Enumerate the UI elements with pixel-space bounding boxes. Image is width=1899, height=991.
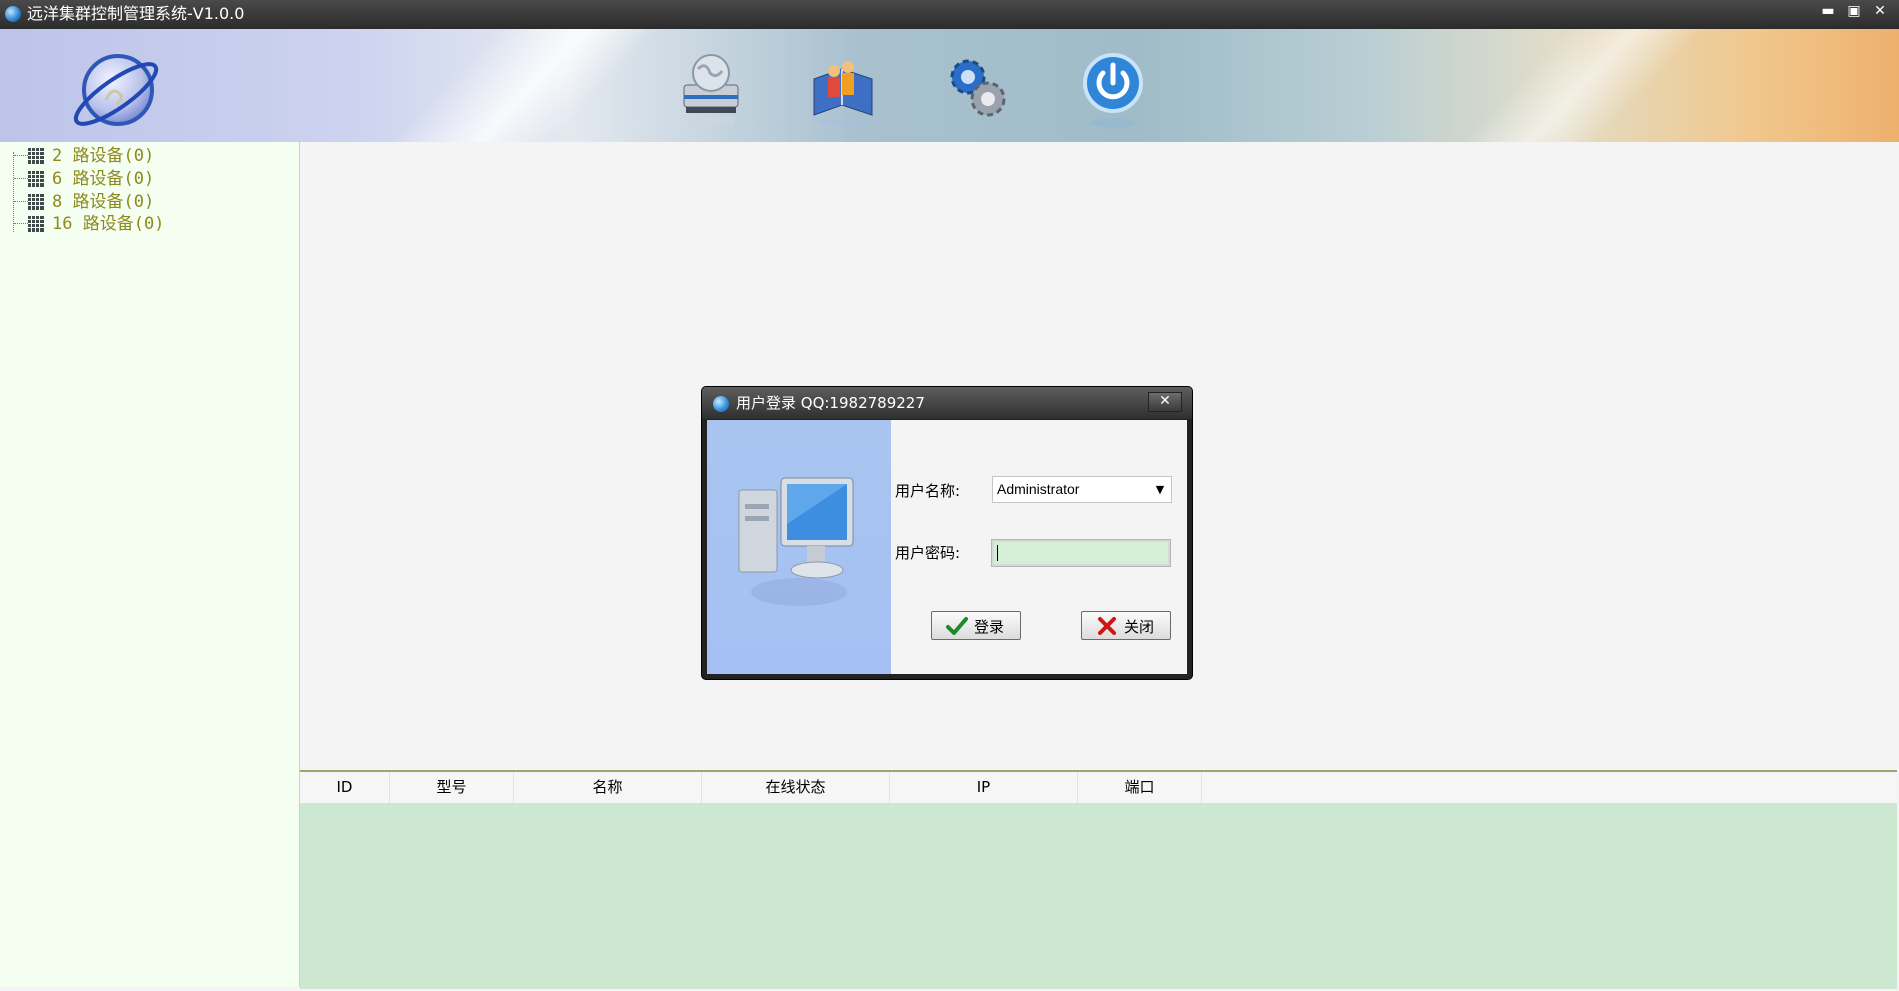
tree-item-label: 8 路设备(0) [52, 192, 155, 212]
app-globe-icon [713, 396, 729, 412]
column-header-online-status[interactable]: 在线状态 [702, 772, 890, 803]
dialog-title: 用户登录 QQ:1982789227 [736, 394, 925, 412]
close-icon [1098, 617, 1116, 635]
app-globe-icon [5, 6, 21, 22]
password-input[interactable] [991, 539, 1171, 567]
password-label: 用户密码: [895, 544, 961, 562]
column-header-ip[interactable]: IP [890, 772, 1078, 803]
device-table[interactable]: ID 型号 名称 在线状态 IP 端口 [300, 770, 1897, 989]
username-label: 用户名称: [895, 482, 961, 500]
tree-item-16ch[interactable]: 16 路设备(0) [10, 213, 290, 235]
column-header-name[interactable]: 名称 [514, 772, 702, 803]
header-banner [0, 29, 1899, 142]
chevron-down-icon[interactable]: ▼ [1149, 477, 1171, 502]
tree-item-8ch[interactable]: 8 路设备(0) [10, 191, 290, 213]
dialog-side-panel [707, 420, 891, 674]
login-dialog: 用户登录 QQ:1982789227 ✕ 用户名称: Administrator… [702, 387, 1192, 679]
maximize-button[interactable]: ▣ [1842, 2, 1866, 20]
device-group-icon [28, 216, 44, 232]
column-header-model[interactable]: 型号 [390, 772, 514, 803]
tree-item-label: 16 路设备(0) [52, 214, 165, 234]
dialog-body: 用户名称: Administrator ▼ 用户密码: 登录 关闭 [707, 420, 1187, 674]
column-header-port[interactable]: 端口 [1078, 772, 1202, 803]
tree-connector [14, 178, 28, 179]
device-group-icon [28, 194, 44, 210]
dialog-close-button[interactable]: ✕ [1148, 392, 1182, 412]
users-book-icon [813, 61, 873, 125]
minimize-button[interactable]: ▬ [1816, 2, 1840, 20]
user-manager-button[interactable] [808, 49, 878, 131]
device-group-icon [28, 171, 44, 187]
window-titlebar: 远洋集群控制管理系统-V1.0.0 ▬ ▣ ✕ [0, 0, 1899, 29]
tree-connector [14, 155, 28, 156]
app-logo-icon [73, 54, 159, 126]
device-manager-button[interactable] [676, 49, 746, 131]
device-tree-panel [0, 142, 300, 987]
tree-item-label: 6 路设备(0) [52, 169, 155, 189]
table-header: ID 型号 名称 在线状态 IP 端口 [300, 772, 1897, 803]
power-icon [1083, 53, 1143, 128]
tree-item-2ch[interactable]: 2 路设备(0) [10, 145, 290, 167]
close-window-button[interactable]: ✕ [1868, 2, 1892, 20]
tree-item-6ch[interactable]: 6 路设备(0) [10, 168, 290, 190]
dialog-titlebar[interactable]: 用户登录 QQ:1982789227 ✕ [702, 387, 1192, 419]
window-title: 远洋集群控制管理系统-V1.0.0 [27, 4, 245, 23]
settings-button[interactable] [942, 49, 1012, 131]
checkmark-icon [946, 617, 968, 635]
login-button[interactable]: 登录 [931, 611, 1021, 640]
cancel-button-label: 关闭 [1124, 618, 1155, 636]
tree-connector [14, 223, 28, 224]
text-caret [997, 545, 998, 561]
power-exit-button[interactable] [1078, 49, 1148, 131]
username-select[interactable]: Administrator ▼ [992, 476, 1172, 503]
cancel-button[interactable]: 关闭 [1081, 611, 1171, 640]
computer-icon [738, 477, 854, 606]
username-value: Administrator [997, 481, 1080, 497]
column-header-id[interactable]: ID [300, 772, 390, 803]
login-button-label: 登录 [974, 618, 1005, 636]
server-globe-icon [683, 54, 739, 125]
tree-connector [14, 201, 28, 202]
settings-gears-icon [950, 59, 1006, 117]
device-group-icon [28, 148, 44, 164]
tree-item-label: 2 路设备(0) [52, 146, 155, 166]
